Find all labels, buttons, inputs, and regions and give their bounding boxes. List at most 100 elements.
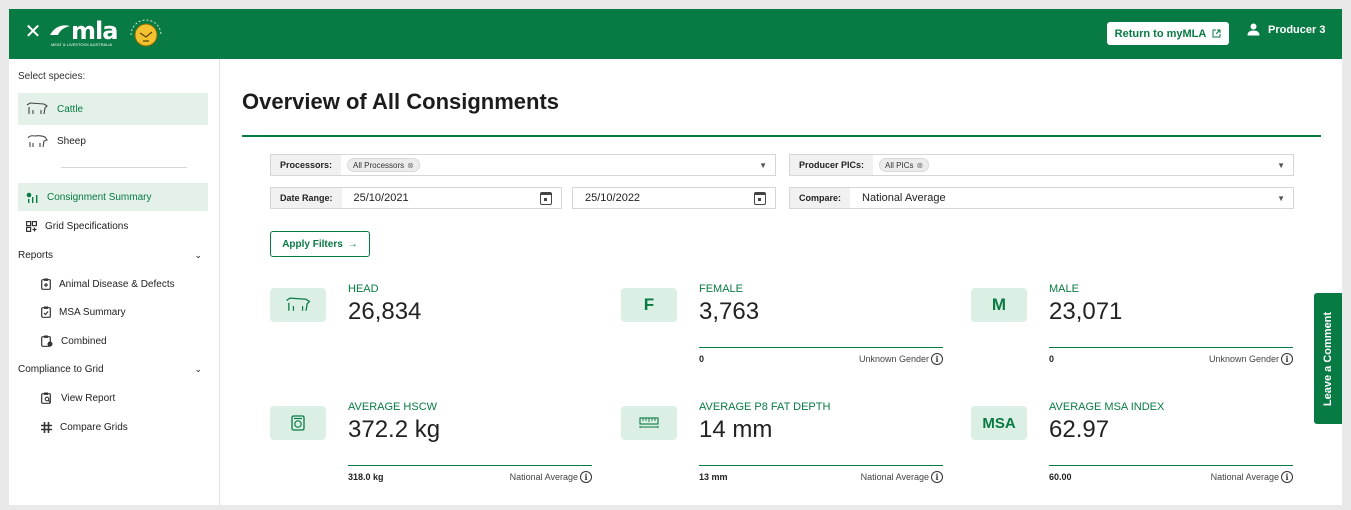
producer-pics-select[interactable]: Producer PICs: All PICs ⊗ ▼ [789,154,1294,176]
stat-footer-caption: National Average i [510,471,592,483]
processors-label: Processors: [271,155,342,175]
stat-footer-value: 60.00 [1049,472,1072,482]
processors-chip[interactable]: All Processors ⊗ [347,158,420,172]
hash-grid-icon [41,421,52,433]
stat-footer-caption: Unknown Gender i [1209,353,1293,365]
stat-label: AVERAGE MSA INDEX [1049,401,1165,413]
leave-comment-label: Leave a Comment [1322,311,1334,406]
user-menu[interactable]: Producer 3 [1247,23,1325,36]
info-icon[interactable]: i [580,471,592,483]
leave-comment-tab[interactable]: Leave a Comment [1314,293,1342,424]
stat-value: 26,834 [348,298,422,325]
sidebar-divider [61,167,187,168]
bar-chart-icon [26,192,38,203]
date-to-value: 25/10/2022 [585,192,641,204]
main-content: Overview of All Consignments Processors:… [242,59,1322,505]
caret-down-icon: ▼ [1277,194,1285,203]
stat-p8-fat-depth: AVERAGE P8 FAT DEPTH 14 mm 13 mm Nationa… [621,401,943,501]
nav-compare-grids[interactable]: Compare Grids [18,413,208,441]
calendar-icon[interactable] [754,192,766,205]
stat-hscw: AVERAGE HSCW 372.2 kg 318.0 kg National … [270,401,592,501]
date-from-value: 25/10/2021 [353,192,409,204]
stat-rule [1049,465,1293,466]
species-label: Select species: [18,71,86,82]
stat-value: 372.2 kg [348,416,441,443]
compare-value: National Average [862,192,946,204]
ruler-icon [621,406,677,440]
chip-remove-icon[interactable]: ⊗ [407,161,414,170]
clipboard-check-icon [41,306,51,318]
stat-female: F FEMALE 3,763 0 Unknown Gender i [621,283,943,383]
pics-chip[interactable]: All PICs ⊗ [879,158,930,172]
chevron-down-icon: ⌄ [194,363,202,374]
stat-rule [699,465,943,466]
apply-filters-button[interactable]: Apply Filters → [270,231,370,257]
clipboard-icon [41,278,51,290]
nav-compliance-group[interactable]: Compliance to Grid ⌄ [18,355,208,383]
stat-footer: 318.0 kg National Average i [348,471,592,483]
nav-grid-specifications-label: Grid Specifications [45,220,129,232]
stat-rule [1049,347,1293,348]
arrow-right-icon: → [347,238,358,250]
nav-msa-summary[interactable]: MSA Summary [18,298,208,326]
nav-combined[interactable]: Combined [18,327,208,355]
compare-select[interactable]: Compare: National Average ▼ [789,187,1294,209]
date-range-label: Date Range: [271,188,342,208]
nav-consignment-summary[interactable]: Consignment Summary [18,183,208,211]
nav-compliance-label: Compliance to Grid [18,363,104,375]
processors-chip-label: All Processors [353,160,405,170]
stat-footer-caption: National Average i [861,471,943,483]
stat-label: FEMALE [699,283,744,295]
cow-icon [26,102,48,115]
sheep-icon [27,135,48,148]
nav-reports-group[interactable]: Reports ⌄ [18,241,208,269]
nav-view-report[interactable]: View Report [18,384,208,412]
female-icon: F [621,288,677,322]
return-label: Return to myMLA [1114,27,1207,40]
caret-down-icon: ▼ [759,161,767,170]
species-sheep-label: Sheep [57,135,86,147]
stat-label: AVERAGE P8 FAT DEPTH [699,401,831,413]
user-icon [1247,23,1260,36]
stat-label: HEAD [348,283,379,295]
stat-male: M MALE 23,071 0 Unknown Gender i [971,283,1293,383]
external-link-icon [1212,29,1221,38]
nav-animal-disease[interactable]: Animal Disease & Defects [18,270,208,298]
stat-footer-caption: National Average i [1211,471,1293,483]
apply-filters-label: Apply Filters [282,238,343,250]
stat-value: 62.97 [1049,416,1110,443]
date-to-field[interactable]: 25/10/2022 [572,187,776,209]
species-cattle-label: Cattle [57,103,84,115]
stat-value: 14 mm [699,416,773,443]
nav-reports-label: Reports [18,249,54,261]
pics-label: Producer PICs: [790,155,874,175]
male-icon: M [971,288,1027,322]
stat-footer-caption-text: National Average [509,472,578,482]
stat-msa-index: MSA AVERAGE MSA INDEX 62.97 60.00 Nation… [971,401,1293,501]
info-icon[interactable]: i [931,353,943,365]
stat-footer-value: 0 [699,354,705,364]
processors-select[interactable]: Processors: All Processors ⊗ ▼ [270,154,776,176]
species-sheep[interactable]: Sheep [18,125,208,157]
info-icon[interactable]: i [1281,471,1293,483]
close-icon[interactable]: ✕ [23,22,43,42]
report-search-icon [41,392,51,404]
top-bar: ✕ mla MEAT & LIVESTOCK AUSTRALIA Return … [9,9,1342,59]
nav-animal-disease-label: Animal Disease & Defects [59,278,175,290]
logo-subtext: MEAT & LIVESTOCK AUSTRALIA [51,42,113,47]
return-to-mymla-button[interactable]: Return to myMLA [1107,22,1229,45]
info-icon[interactable]: i [1281,353,1293,365]
nav-grid-specifications[interactable]: Grid Specifications [18,212,208,240]
species-cattle[interactable]: Cattle [18,93,208,125]
mla-logo-mark [50,25,70,35]
stat-footer-caption-text: National Average [860,472,929,482]
nav-combined-label: Combined [61,335,107,347]
sidebar: Select species: Cattle Sheep Consignment… [9,59,220,505]
msa-icon: MSA [971,406,1027,440]
chip-remove-icon[interactable]: ⊗ [916,161,923,170]
calendar-icon[interactable] [540,192,552,205]
nav-consignment-summary-label: Consignment Summary [47,191,152,203]
info-icon[interactable]: i [931,471,943,483]
stat-footer-caption-text: Unknown Gender [1208,354,1279,364]
date-from-field[interactable]: Date Range: 25/10/2021 [270,187,562,209]
